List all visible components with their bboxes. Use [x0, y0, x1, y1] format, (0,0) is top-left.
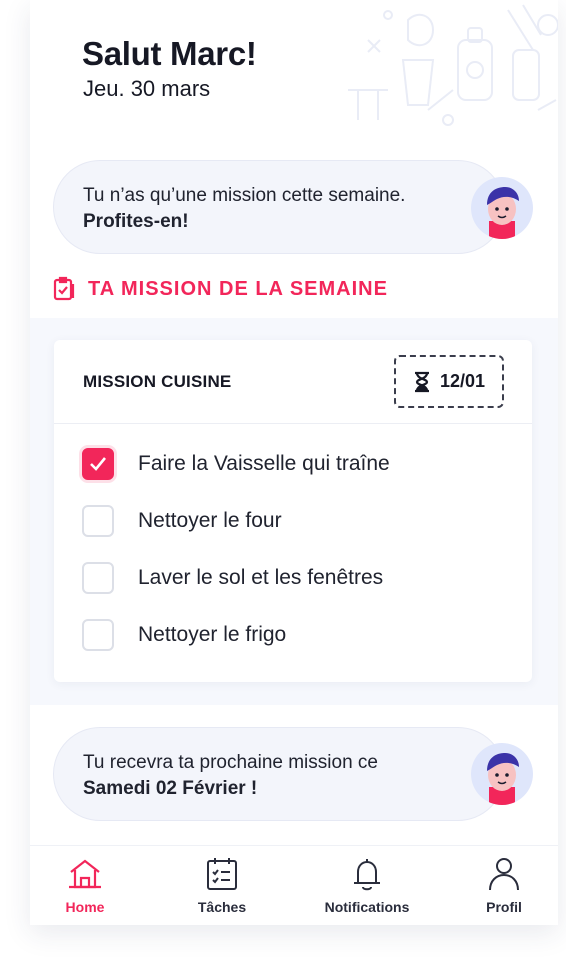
mascot-face-icon — [487, 753, 519, 805]
task-checkbox[interactable] — [82, 505, 114, 537]
info-message-bubble: Tu n’as qu’une mission cette semaine. Pr… — [53, 160, 505, 254]
greeting-title: Salut Marc! — [82, 35, 257, 72]
nav-item-notifications[interactable]: Notifications — [312, 856, 422, 920]
bell-icon — [354, 859, 380, 891]
hourglass-icon — [414, 371, 429, 392]
mascot-face-icon — [487, 187, 519, 239]
task-label: Laver le sol et les fenêtres — [138, 566, 384, 589]
nav-item-home[interactable]: Home — [30, 856, 140, 920]
task-item[interactable]: Laver le sol et les fenêtres — [82, 560, 502, 596]
task-item[interactable]: Nettoyer le frigo — [82, 617, 502, 653]
nav-item-profile[interactable]: Profil — [449, 856, 558, 920]
message-emphasis: Profites-en! — [83, 211, 189, 232]
section-title-text: TA MISSION DE LA SEMAINE — [88, 277, 388, 300]
next-mission-bubble: Tu recevra ta prochaine mission ce Samed… — [53, 727, 505, 821]
nav-label: Notifications — [324, 899, 410, 915]
nav-label: Tâches — [197, 899, 247, 915]
nav-label: Home — [65, 899, 105, 915]
task-item[interactable]: Faire la Vaisselle qui traîne — [82, 446, 502, 482]
checkmark-icon — [90, 457, 107, 471]
task-checkbox[interactable] — [82, 619, 114, 651]
clipboard-icon — [53, 276, 75, 301]
mascot-avatar — [471, 743, 533, 805]
mascot-avatar — [471, 177, 533, 239]
home-icon — [69, 859, 101, 889]
task-checkbox[interactable] — [82, 562, 114, 594]
header: Salut Marc! Jeu. 30 mars — [30, 0, 558, 136]
deadline-date: 12/01 — [439, 371, 486, 391]
task-label: Faire la Vaisselle qui traîne — [138, 452, 390, 475]
app-screen: Salut Marc! Jeu. 30 mars Tu n’as qu’une … — [30, 0, 558, 925]
nav-label: Profil — [486, 899, 522, 915]
mission-card-header: MISSION CUISINE 12/01 — [54, 340, 532, 424]
mission-title: MISSION CUISINE — [83, 372, 232, 391]
task-label: Nettoyer le frigo — [138, 623, 287, 646]
current-date: Jeu. 30 mars — [83, 76, 211, 101]
task-item[interactable]: Nettoyer le four — [82, 503, 502, 539]
deadline-badge: 12/01 — [394, 355, 504, 408]
mission-card: MISSION CUISINE 12/01 Faire la Vaisselle… — [54, 340, 532, 682]
section-title: TA MISSION DE LA SEMAINE — [52, 274, 388, 304]
message-text: Tu recevra ta prochaine mission ce — [83, 752, 378, 773]
message-emphasis: Samedi 02 Février ! — [83, 778, 258, 799]
cleaning-pattern-decoration — [348, 4, 558, 126]
task-checkbox-checked[interactable] — [82, 448, 114, 480]
task-list-icon — [207, 858, 237, 890]
task-label: Nettoyer le four — [138, 509, 282, 532]
nav-item-tasks[interactable]: Tâches — [167, 856, 277, 920]
bottom-navigation: Home Tâches Notifications Profil — [30, 845, 558, 925]
user-icon — [489, 858, 519, 891]
message-text: Tu n’as qu’une mission cette semaine. — [83, 185, 406, 206]
